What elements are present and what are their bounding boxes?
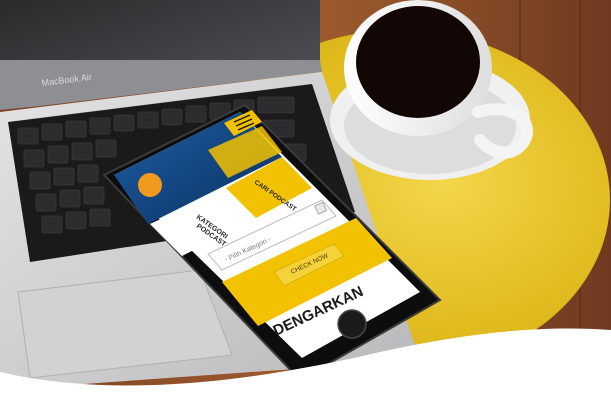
photo-scene: MacBook Air KATEGORI PODCAST CARI PODCAS… — [0, 0, 611, 401]
coffee — [356, 6, 480, 118]
home-button[interactable] — [337, 309, 367, 339]
app-logo-icon — [138, 173, 162, 197]
